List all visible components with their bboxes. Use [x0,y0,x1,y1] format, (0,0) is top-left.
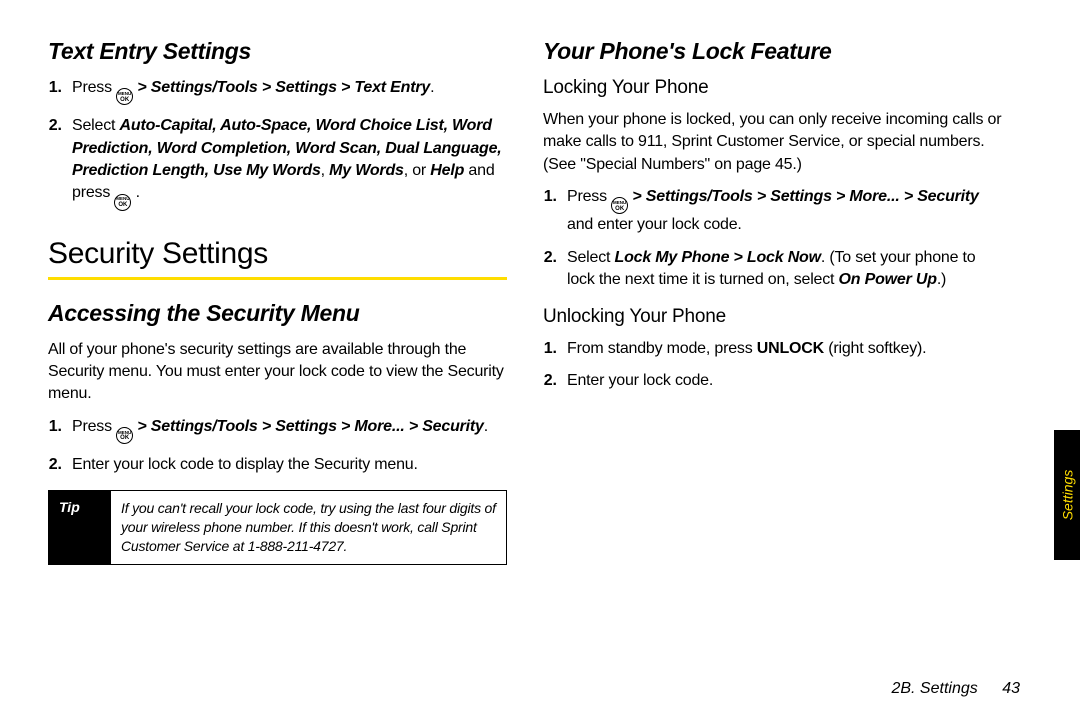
text-entry-step-1: Press MENUOK > Settings/Tools > Settings… [66,77,507,105]
unlocking-step-1: From standby mode, press UNLOCK (right s… [561,338,1002,360]
tip-body: If you can't recall your lock code, try … [111,491,506,564]
unlocking-steps: From standby mode, press UNLOCK (right s… [543,338,1002,393]
section-divider [48,277,507,280]
accessing-step-1: Press MENUOK > Settings/Tools > Settings… [66,416,507,444]
footer-section: 2B. Settings [891,680,977,697]
right-column: Your Phone's Lock Feature Locking Your P… [543,38,1002,565]
page-footer: 2B. Settings 43 [891,680,1020,698]
text-entry-steps: Press MENUOK > Settings/Tools > Settings… [48,77,507,211]
accessing-step-2: Enter your lock code to display the Secu… [66,454,507,476]
left-column: Text Entry Settings Press MENUOK > Setti… [48,38,507,565]
accessing-security-body: All of your phone's security settings ar… [48,339,507,406]
side-tab-label: Settings [1059,470,1075,521]
locking-step-2: Select Lock My Phone > Lock Now. (To set… [561,247,1002,292]
security-settings-heading: Security Settings [48,237,507,275]
tip-box: Tip If you can't recall your lock code, … [48,490,507,565]
locking-phone-body: When your phone is locked, you can only … [543,109,1002,176]
tip-label: Tip [49,491,111,564]
menu-ok-icon: MENUOK [116,427,133,444]
text-entry-heading: Text Entry Settings [48,38,507,65]
locking-step-1: Press MENUOK > Settings/Tools > Settings… [561,186,1002,237]
menu-ok-icon: MENUOK [116,88,133,105]
text-entry-step-2: Select Auto-Capital, Auto-Space, Word Ch… [66,115,507,210]
accessing-security-heading: Accessing the Security Menu [48,300,507,327]
section-side-tab: Settings [1054,430,1080,560]
accessing-steps: Press MENUOK > Settings/Tools > Settings… [48,416,507,477]
locking-steps: Press MENUOK > Settings/Tools > Settings… [543,186,1002,291]
footer-page-number: 43 [1002,680,1020,697]
menu-ok-icon: MENUOK [611,197,628,214]
menu-ok-icon: MENUOK [114,194,131,211]
locking-phone-heading: Locking Your Phone [543,77,1002,99]
unlocking-phone-heading: Unlocking Your Phone [543,306,1002,328]
lock-feature-heading: Your Phone's Lock Feature [543,38,1002,65]
unlocking-step-2: Enter your lock code. [561,370,1002,392]
